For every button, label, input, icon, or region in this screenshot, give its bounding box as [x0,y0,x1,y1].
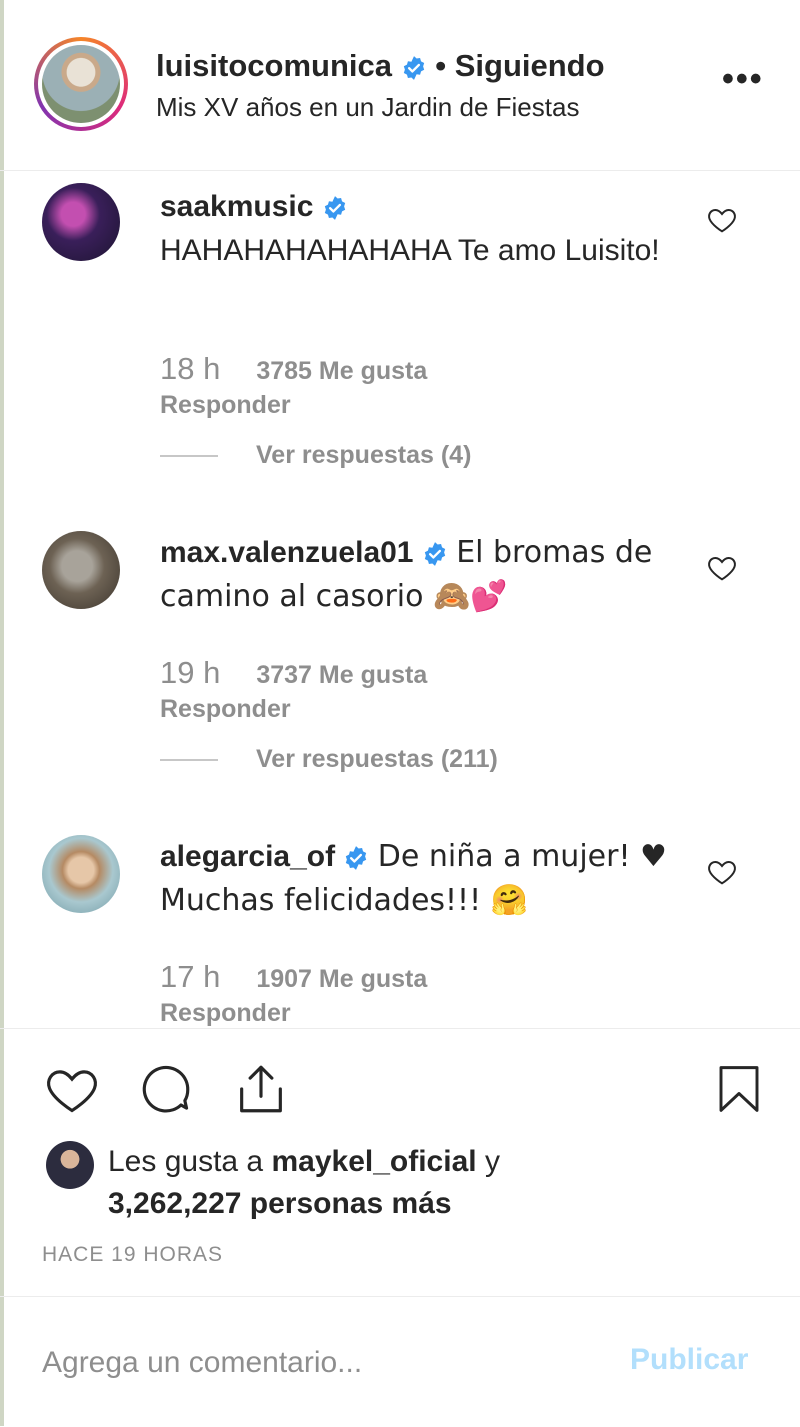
comment-time: 17 h [160,959,221,994]
verified-badge-icon [346,846,367,870]
liker-avatar[interactable] [46,1141,94,1189]
liked-by-connector: y [484,1145,500,1178]
comment-likes[interactable]: 3737 Me gusta [256,661,427,689]
comment-time: 18 h [160,351,221,386]
reply-button[interactable]: Responder [160,391,291,420]
comment-text: HAHAHAHAHAHAHA Te amo Luisito! [160,234,660,267]
reply-button[interactable]: Responder [160,999,291,1028]
comment-input[interactable] [42,1341,582,1385]
more-horizontal-icon[interactable]: ••• [722,62,764,96]
post-timestamp[interactable]: HACE 19 HORAS [42,1243,223,1267]
liked-by-user[interactable]: maykel_oficial [271,1145,476,1178]
comment-body: saakmusic HAHAHAHAHAHAHA Te amo Luisito! [160,185,680,273]
liked-by-prefix: Les gusta a [108,1145,264,1178]
author-avatar[interactable] [34,37,128,131]
commenter-avatar[interactable] [42,183,120,261]
comment-body: max.valenzuela01 El bromas de camino al … [160,531,680,619]
author-line: luisitocomunica • Siguiendo [156,48,605,84]
verified-badge-icon [403,55,424,80]
author-username[interactable]: luisitocomunica [156,48,392,83]
comment-like-icon[interactable] [706,856,738,888]
commenter-avatar[interactable] [42,531,120,609]
heart-icon[interactable] [42,1061,102,1119]
comment-like-icon[interactable] [706,204,738,236]
view-replies-button[interactable]: Ver respuestas (4) [160,441,471,470]
follow-status-button[interactable]: Siguiendo [455,48,605,83]
comment-icon[interactable] [136,1061,196,1119]
share-icon[interactable] [232,1059,290,1119]
comment-like-icon[interactable] [706,552,738,584]
liked-by-summary[interactable]: Les gusta a maykel_oficial y 3,262,227 p… [108,1141,500,1225]
liked-by-count[interactable]: 3,262,227 personas más [108,1187,452,1220]
comment-body: alegarcia_of De niña a mujer! ♥ Muchas f… [160,835,680,923]
commenter-avatar[interactable] [42,835,120,913]
verified-badge-icon [324,196,345,220]
separator-dot: • [435,48,447,83]
post-actions: Les gusta a maykel_oficial y 3,262,227 p… [0,1028,800,1297]
bookmark-icon[interactable] [712,1059,766,1119]
comment-time: 19 h [160,655,221,690]
replies-divider [160,759,218,762]
post-header: luisitocomunica • Siguiendo Mis XV años … [0,0,800,171]
comment-meta: 17 h 1907 Me gusta [160,959,427,995]
comment-meta: 18 h 3785 Me gusta [160,351,427,387]
verified-badge-icon [424,542,446,566]
comment-composer: Publicar [0,1296,800,1427]
comment-username[interactable]: alegarcia_of [160,840,335,873]
comment-username[interactable]: saakmusic [160,190,313,223]
reply-button[interactable]: Responder [160,695,291,724]
post-location[interactable]: Mis XV años en un Jardin de Fiestas [156,92,579,123]
comments-list[interactable]: saakmusic HAHAHAHAHAHAHA Te amo Luisito!… [0,171,800,1028]
comment-username[interactable]: max.valenzuela01 [160,536,414,569]
publish-button[interactable]: Publicar [630,1343,748,1377]
comment-meta: 19 h 3737 Me gusta [160,655,427,691]
comment-likes[interactable]: 3785 Me gusta [256,357,427,385]
comment-likes[interactable]: 1907 Me gusta [256,965,427,993]
view-replies-button[interactable]: Ver respuestas (211) [160,745,498,774]
replies-divider [160,455,218,458]
